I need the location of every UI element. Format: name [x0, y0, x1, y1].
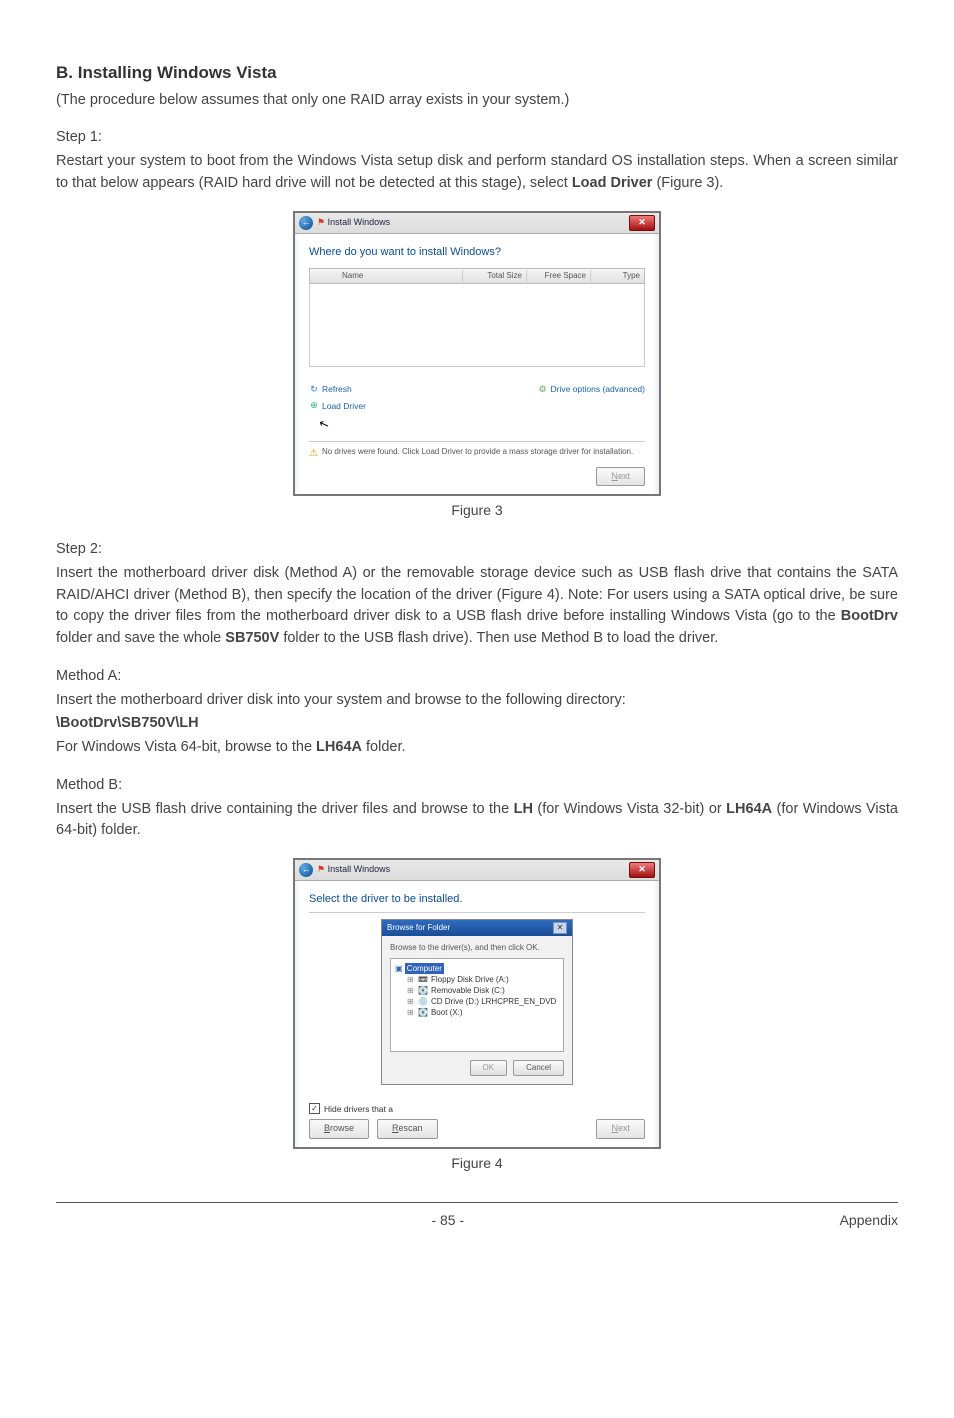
methodA-line1: Insert the motherboard driver disk into …: [56, 690, 898, 712]
step2-text: Insert the motherboard driver disk (Meth…: [56, 563, 898, 650]
hide-drivers-checkbox[interactable]: ✓ Hide drivers that a: [309, 1103, 645, 1116]
bold-bootdrv: BootDrv: [841, 608, 898, 624]
methodA-label: Method A:: [56, 666, 898, 688]
browse-close-icon[interactable]: ✕: [553, 922, 567, 934]
window-title: ⚑ Install Windows: [317, 863, 629, 877]
figure3-dialog: ← ⚑ Install Windows ✕ Where do you want …: [293, 211, 661, 497]
tree-item[interactable]: ⊞💽Removable Disk (C:): [395, 985, 559, 996]
col-type: Type: [591, 270, 644, 282]
drive-table-body: [309, 284, 645, 367]
bold-sb750v: SB750V: [225, 630, 279, 646]
step1-text-a: Restart your system to boot from the Win…: [56, 153, 898, 191]
tree-root-computer[interactable]: Computer: [405, 963, 444, 974]
figure4-dialog: ← ⚑ Install Windows ✕ Select the driver …: [293, 858, 661, 1149]
back-icon[interactable]: ←: [299, 863, 313, 877]
col-name: Name: [338, 270, 463, 282]
rescan-button[interactable]: Rescan: [377, 1119, 438, 1139]
section-heading: B. Installing Windows Vista: [56, 60, 898, 86]
titlebar: ← ⚑ Install Windows ✕: [295, 213, 659, 234]
close-icon[interactable]: ✕: [629, 215, 655, 231]
figure4-caption: Figure 4: [56, 1153, 898, 1174]
drive-options-link[interactable]: ⚙ Drive options (advanced): [538, 383, 646, 396]
browse-cancel-button[interactable]: Cancel: [513, 1060, 564, 1076]
window-title: ⚑ Install Windows: [317, 216, 629, 230]
drive-table-header: Name Total Size Free Space Type: [309, 268, 645, 284]
dialog-heading: Select the driver to be installed.: [309, 891, 645, 908]
step2-label: Step 2:: [56, 539, 898, 561]
tree-item[interactable]: ⊞💿CD Drive (D:) LRHCPRE_EN_DVD: [395, 996, 559, 1007]
load-driver-icon: ⊕: [309, 401, 319, 411]
step1-text-b: (Figure 3).: [652, 175, 723, 191]
cursor-icon: ↖: [316, 413, 332, 433]
browse-button[interactable]: Browse: [309, 1119, 369, 1139]
next-button[interactable]: Next: [596, 1119, 645, 1139]
refresh-icon: ↻: [309, 384, 319, 394]
tree-item[interactable]: ⊞💽Boot (X:): [395, 1007, 559, 1018]
section-name: Appendix: [840, 1210, 898, 1231]
page-number: - 85 -: [431, 1210, 464, 1231]
bold-lh: LH: [514, 801, 533, 817]
browse-instruction: Browse to the driver(s), and then click …: [390, 942, 564, 954]
tree-item[interactable]: ⊞📼Floppy Disk Drive (A:): [395, 974, 559, 985]
methodA-path: \BootDrv\SB750V\LH: [56, 713, 898, 735]
load-driver-link[interactable]: ⊕ Load Driver: [309, 400, 645, 413]
bold-lh64a-b: LH64A: [726, 801, 772, 817]
close-icon[interactable]: ✕: [629, 862, 655, 878]
page-rule: [56, 1202, 898, 1203]
browse-ok-button[interactable]: OK: [470, 1060, 508, 1076]
dialog-heading: Where do you want to install Windows?: [309, 244, 645, 261]
section-subtitle: (The procedure below assumes that only o…: [56, 90, 898, 112]
methodB-label: Method B:: [56, 775, 898, 797]
col-free-space: Free Space: [527, 270, 591, 282]
drive-options-icon: ⚙: [538, 384, 548, 394]
step1-label: Step 1:: [56, 127, 898, 149]
col-total-size: Total Size: [463, 270, 527, 282]
step1-bold-load-driver: Load Driver: [572, 175, 653, 191]
folder-tree[interactable]: ▣ Computer ⊞📼Floppy Disk Drive (A:) ⊞💽Re…: [390, 958, 564, 1052]
methodA-line2: For Windows Vista 64-bit, browse to the …: [56, 737, 898, 759]
warning-icon: ⚠: [309, 446, 318, 461]
browse-title: Browse for Folder: [387, 922, 450, 934]
warning-row: ⚠ No drives were found. Click Load Drive…: [309, 441, 645, 461]
methodB-text: Insert the USB flash drive containing th…: [56, 799, 898, 843]
browse-for-folder-dialog: Browse for Folder ✕ Browse to the driver…: [381, 919, 573, 1085]
next-button[interactable]: Next: [596, 467, 645, 487]
step1-text: Restart your system to boot from the Win…: [56, 151, 898, 195]
figure3-caption: Figure 3: [56, 500, 898, 521]
checkbox-icon[interactable]: ✓: [309, 1103, 320, 1114]
back-icon[interactable]: ←: [299, 216, 313, 230]
titlebar: ← ⚑ Install Windows ✕: [295, 860, 659, 881]
bold-lh64a-a: LH64A: [316, 739, 362, 755]
refresh-link[interactable]: ↻ Refresh: [309, 383, 352, 396]
